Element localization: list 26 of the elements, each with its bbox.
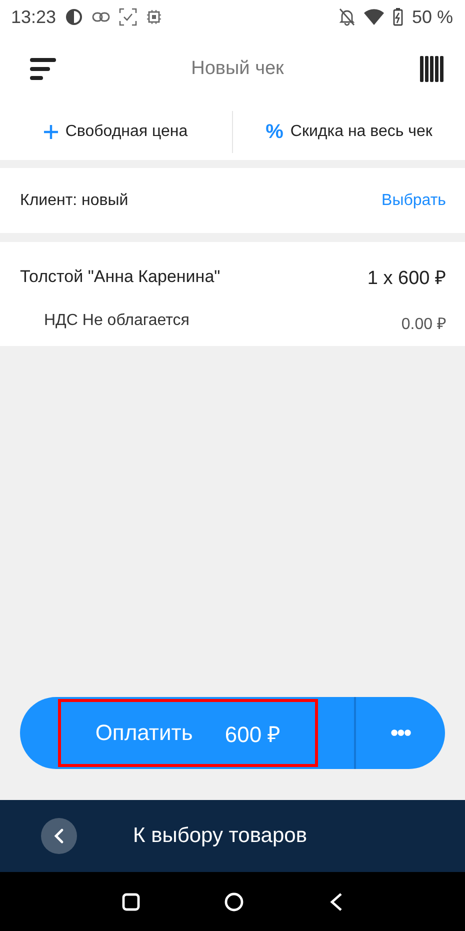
battery-icon [392, 8, 403, 26]
plus-icon [44, 125, 58, 139]
wifi-icon [364, 9, 384, 25]
battery-percent: 50 % [412, 6, 453, 28]
action-button[interactable]: Свободная цена [0, 104, 232, 160]
back-to-products-label[interactable]: К выбору товаров [133, 824, 307, 848]
app-icon [65, 8, 84, 26]
action-button[interactable]: % Скидка на весь чек [233, 104, 465, 160]
client-label: Клиент: новый [20, 192, 128, 210]
percent-icon: % [266, 120, 284, 144]
back-icon[interactable] [328, 892, 343, 912]
recents-icon[interactable] [122, 892, 140, 910]
item-name: Толстой "Анна Каренина" [20, 267, 220, 287]
page-title: Новый чек [191, 58, 284, 80]
status-time: 13:23 [11, 6, 56, 28]
chip-icon [146, 9, 162, 25]
home-icon[interactable] [224, 892, 244, 912]
item-quantity: 1 x 600 ₽ [367, 267, 446, 290]
back-icon[interactable] [41, 818, 77, 854]
barcode-icon[interactable] [419, 56, 445, 82]
bell-muted-icon [338, 8, 355, 26]
scan-icon [119, 8, 138, 26]
item-tax: НДС Не облагается [44, 312, 190, 331]
item-tax-amount: 0.00 ₽ [401, 315, 446, 334]
menu-icon[interactable] [30, 58, 56, 80]
link-icon [92, 12, 110, 22]
